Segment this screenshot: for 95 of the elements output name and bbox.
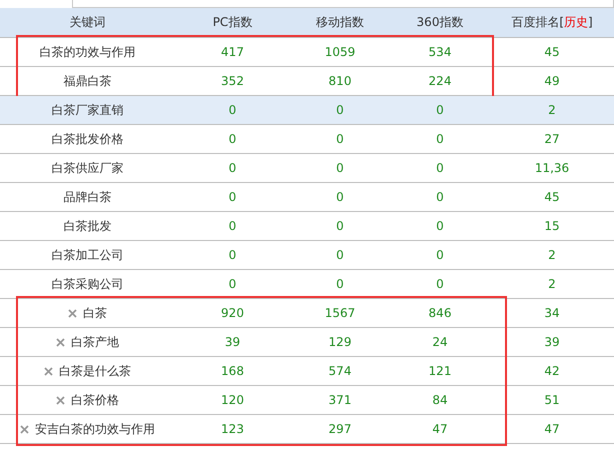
table-cell-text: 0 [435,161,445,175]
history-link[interactable]: 历史 [564,15,588,29]
table-cell-text: 0 [335,132,345,146]
table-cell-text: 0 [335,219,345,233]
remove-icon[interactable] [68,308,77,318]
table-row[interactable]: 白茶 920 1567 846 34 [0,299,614,328]
keyword-cell: 白茶价格 [71,392,119,408]
text-field[interactable] [72,0,614,8]
keyword-cell: 白茶 [83,304,107,322]
table-row[interactable]: 安吉白茶的功效与作用 123 297 47 47 [0,415,614,444]
table-cell-text: 42 [543,364,561,378]
column-header: 360指数 [416,14,464,31]
remove-icon[interactable] [44,366,53,376]
table-cell-text: 123 [220,422,245,436]
table-row[interactable]: 白茶批发 0 0 0 15 [0,212,614,241]
table-cell-text: 297 [328,422,352,436]
table-cell-text: 0 [335,103,345,117]
table-cell-text: 2 [547,248,557,262]
table-cell-text: 2 [547,103,557,117]
table-cell-text: 47 [543,422,561,436]
table-cell-text: 0 [435,103,445,117]
table-cell-text: 84 [431,393,449,407]
column-header: PC指数 [212,14,254,31]
table-cell-text: 34 [543,306,561,320]
table-row[interactable]: 白茶价格 120 371 84 51 [0,386,614,415]
table-cell-text: 352 [220,74,245,88]
table-cell-text: 0 [228,248,238,262]
table-cell-text: 27 [543,132,561,146]
table-cell-text: 0 [228,132,238,146]
remove-icon[interactable] [56,396,65,404]
table-cell-text: 39 [543,335,561,349]
table-cell-text: 120 [220,393,245,407]
remove-icon[interactable] [56,338,65,346]
table-cell-text: 47 [431,422,449,436]
keyword-cell: 白茶的功效与作用 [40,44,136,60]
keyword-cell: 白茶批发 [64,218,112,234]
table-cell-text: 0 [228,190,238,204]
table-cell-text: 0 [435,277,445,291]
table-cell-text: 0 [228,219,238,233]
table-cell-text: 846 [428,306,452,320]
table-row[interactable]: 白茶的功效与作用 417 1059 534 45 [0,38,614,67]
column-header: 移动指数 [315,14,365,31]
table-cell-text: 0 [435,190,445,204]
keyword-cell: 白茶厂家直销 [52,102,124,118]
table-cell-text: 1059 [324,45,356,59]
table-cell-text: 574 [328,364,352,378]
keyword-cell: 安吉白茶的功效与作用 [35,420,155,438]
table-cell-text: 371 [328,393,352,407]
keyword-cell: 品牌白茶 [64,188,112,206]
table-cell-text: 920 [220,306,245,320]
table-cell-text: 1567 [324,306,356,320]
remove-icon[interactable] [20,424,29,434]
table-cell-text: 0 [335,161,345,175]
table-cell-text: 45 [543,45,561,59]
keyword-cell: 白茶加工公司 [52,246,124,264]
table-row[interactable]: 白茶批发价格 0 0 0 27 [0,125,614,154]
table-cell-text: 39 [224,335,242,349]
table-cell-text: 0 [228,103,238,117]
table-cell-text: 0 [228,277,238,291]
table-cell-text: 0 [335,190,345,204]
table-cell-text: 0 [435,248,445,262]
table-cell-text: 49 [543,74,561,88]
keyword-cell: 白茶供应厂家 [52,160,124,176]
table-cell-text: 810 [328,74,352,88]
table-cell-text: 0 [435,219,445,233]
keyword-cell: 白茶采购公司 [52,276,124,292]
table-cell-text: 11,36 [534,161,570,175]
table-cell-text: 45 [543,190,561,204]
table-cell-text: 0 [335,277,345,291]
table-row[interactable]: 白茶厂家直销 0 0 0 2 [0,96,614,125]
table-cell-text: 24 [431,335,449,349]
table-cell-text: 0 [435,132,445,146]
table-row[interactable]: 白茶加工公司 0 0 0 2 [0,241,614,270]
table-row[interactable]: 白茶采购公司 0 0 0 2 [0,270,614,299]
column-header: 百度排名[历史] [510,14,594,31]
table-cell-text: 0 [228,161,238,175]
table-cell-text: 2 [547,277,557,291]
table-cell-text: 168 [220,364,245,378]
table-cell-text: 0 [335,248,345,262]
keyword-cell: 白茶批发价格 [52,130,124,148]
table-cell-text: 15 [543,219,561,233]
keyword-cell: 白茶产地 [71,334,119,350]
table-cell-text: 224 [428,74,452,88]
table-cell-text: 534 [428,45,452,59]
table-row[interactable]: 白茶产地 39 129 24 39 [0,328,614,357]
table-cell-text: 51 [543,393,561,407]
table-row[interactable]: 白茶是什么茶 168 574 121 42 [0,357,614,386]
table-cell-text: 417 [220,45,245,59]
table-cell-text: 121 [428,364,452,378]
column-header: 关键词 [68,14,106,31]
keyword-cell: 福鼎白茶 [64,72,112,90]
keyword-cell: 白茶是什么茶 [59,362,131,380]
table-cell-text: 129 [328,335,352,349]
table-row[interactable]: 白茶供应厂家 0 0 0 11,36 [0,154,614,183]
table-row[interactable]: 品牌白茶 0 0 0 45 [0,183,614,212]
